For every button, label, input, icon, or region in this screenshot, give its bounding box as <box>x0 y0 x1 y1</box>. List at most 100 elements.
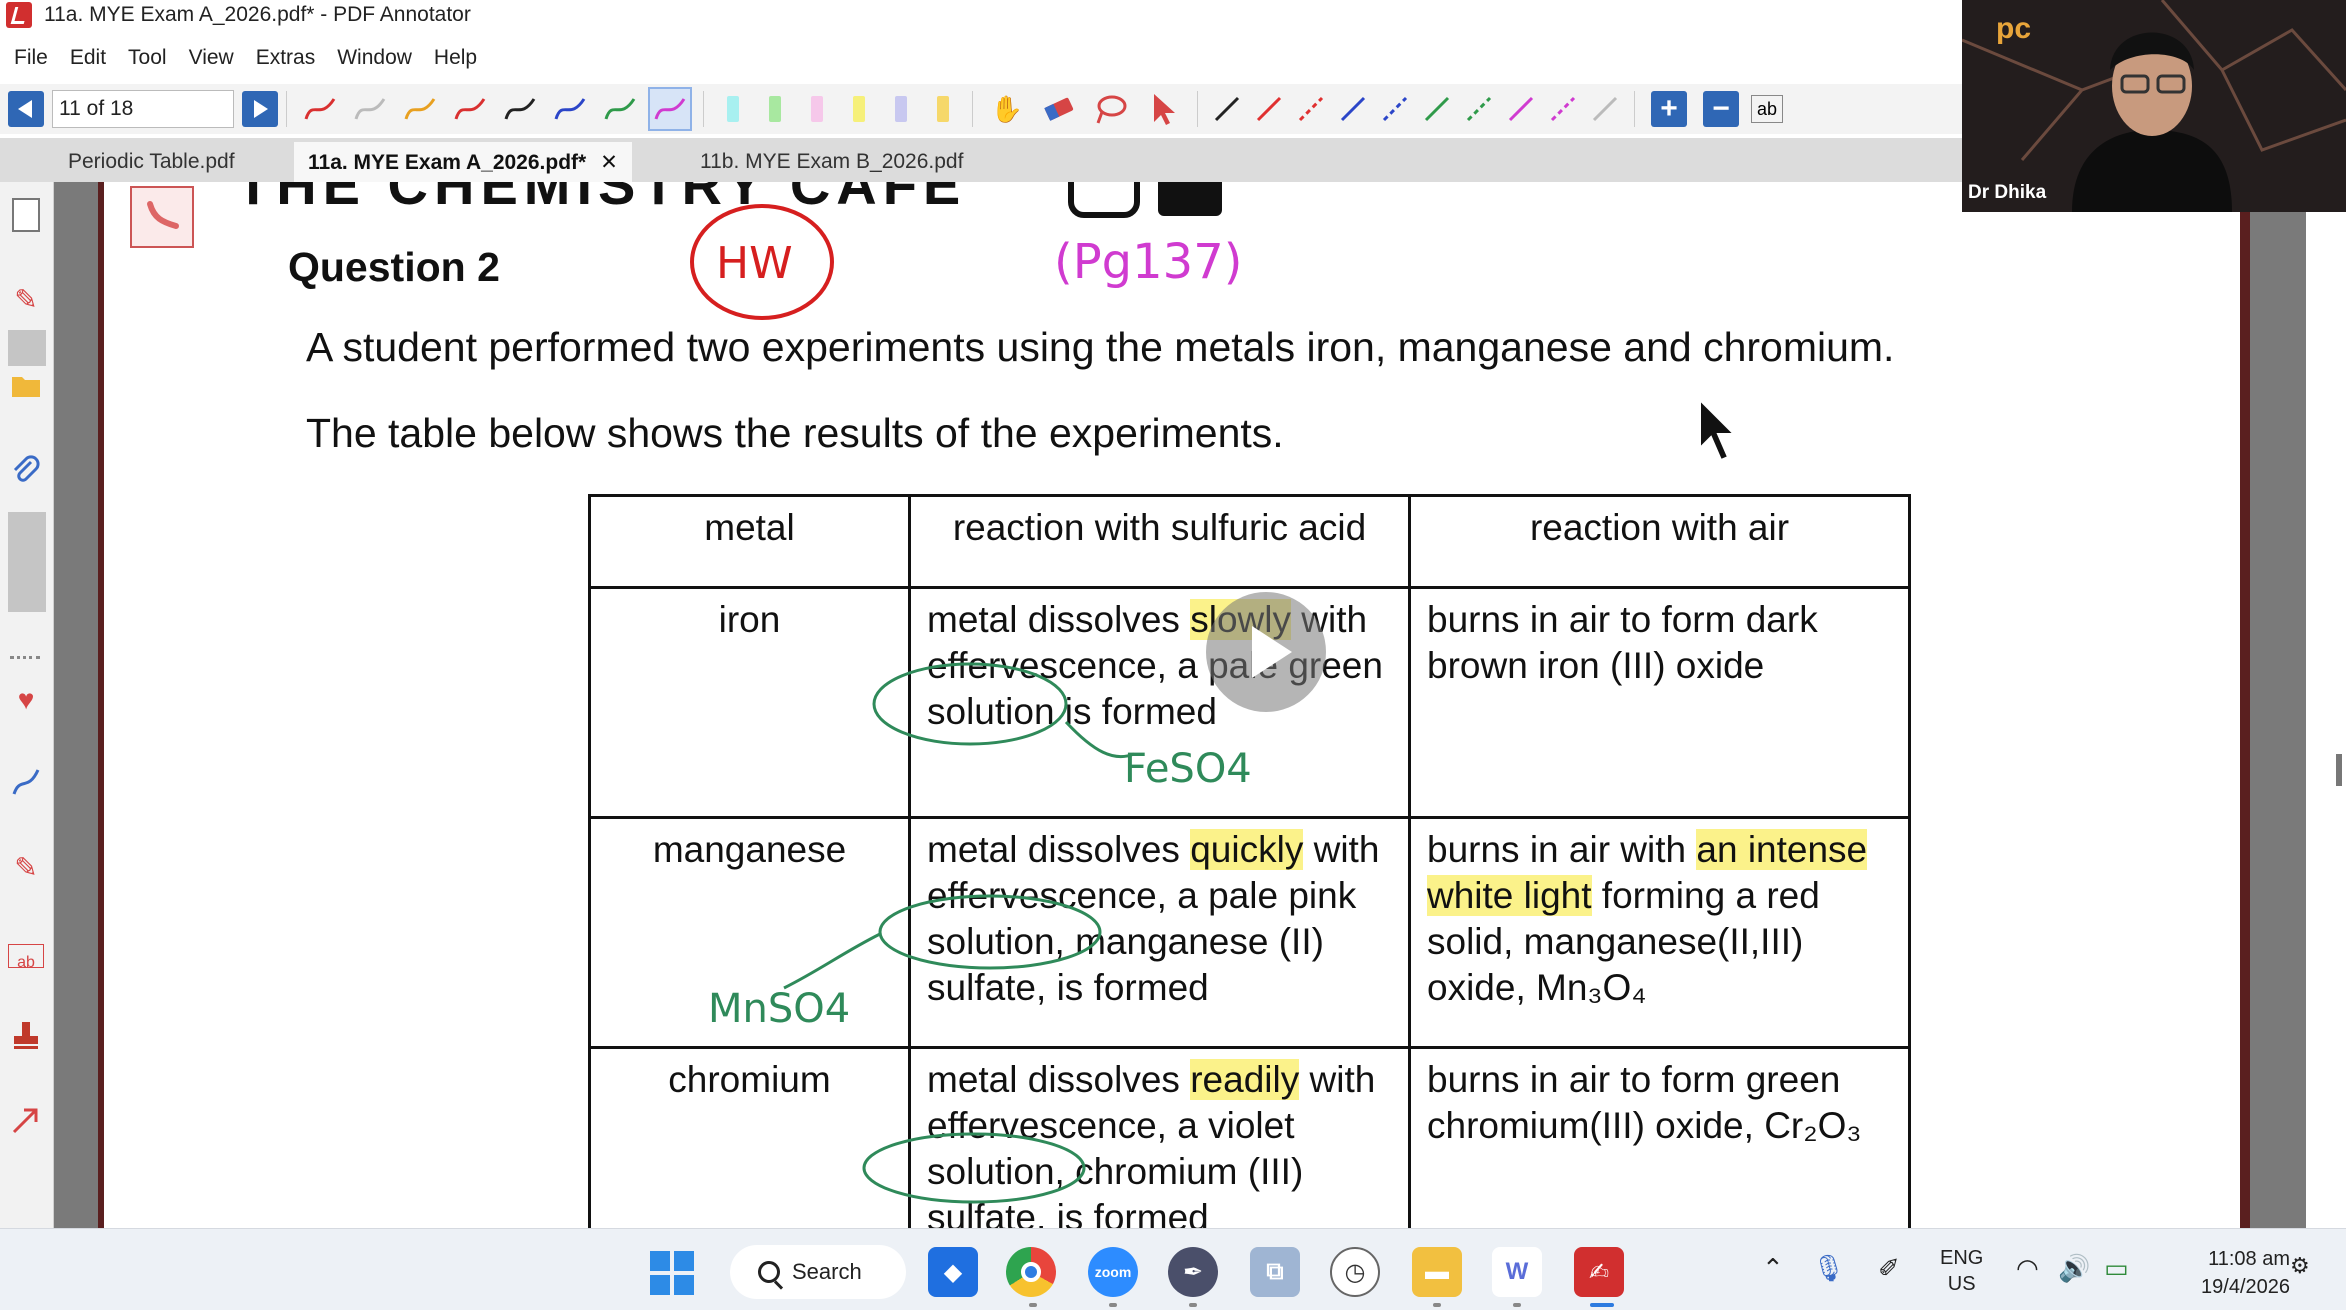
sidebar-separator <box>10 656 40 659</box>
pdf-annotator-window: 11a. MYE Exam A_2026.pdf* - PDF Annotato… <box>0 0 2346 1310</box>
tab-periodic-table[interactable]: Periodic Table.pdf <box>54 142 249 182</box>
pdf-annotator-taskbar-icon[interactable]: ✍ <box>1574 1247 1624 1297</box>
line-preset-icon[interactable] <box>1336 87 1370 131</box>
next-page-button[interactable] <box>242 91 278 127</box>
highlighter-preset-icon[interactable] <box>884 87 918 131</box>
search-icon <box>758 1261 780 1283</box>
highlighter-preset-icon[interactable] <box>926 87 960 131</box>
feather-app-icon[interactable]: ✒ <box>1168 1247 1218 1297</box>
system-clock[interactable]: 11:08 am 19/4/2026 <box>2176 1245 2290 1301</box>
file-explorer-icon[interactable]: ▬ <box>1412 1247 1462 1297</box>
line-preset-icon[interactable] <box>1588 87 1622 131</box>
pen-settings-icon[interactable]: ✐ <box>1878 1253 1900 1284</box>
line-preset-icon[interactable] <box>1210 87 1244 131</box>
notification-icon[interactable]: ⚙ <box>2290 1253 2310 1279</box>
video-play-button[interactable] <box>1206 592 1326 712</box>
running-indicator <box>1513 1303 1521 1307</box>
tab-mye-exam-a[interactable]: 11a. MYE Exam A_2026.pdf* ✕ <box>294 142 632 182</box>
arrow-tool-icon[interactable] <box>8 1104 44 1140</box>
line-preset-icon[interactable] <box>1504 87 1538 131</box>
acid-reaction-cell: metal dissolves quickly with effervescen… <box>908 816 1411 1049</box>
blank-page-icon[interactable] <box>12 198 40 232</box>
table-header-acid: reaction with sulfuric acid <box>908 494 1411 589</box>
word-app-icon[interactable]: W <box>1492 1247 1542 1297</box>
menu-file[interactable]: File <box>14 46 48 70</box>
chrome-icon[interactable] <box>1006 1247 1056 1297</box>
facebook-icon <box>1158 182 1222 216</box>
menu-help[interactable]: Help <box>434 46 477 70</box>
previous-page-button[interactable] <box>8 91 44 127</box>
pen-preset-icon[interactable] <box>548 87 592 131</box>
air-reaction-cell: burns in air with an intense white light… <box>1408 816 1911 1049</box>
pen-preset-icon[interactable] <box>648 87 692 131</box>
hand-tool-icon[interactable]: ✋ <box>985 87 1029 131</box>
eraser-tool-icon[interactable] <box>1037 87 1081 131</box>
pdf-page[interactable]: THE CHEMISTRY CAFE Question 2 A student … <box>104 182 2240 1228</box>
text-box-icon[interactable]: ab <box>8 944 44 971</box>
clock-app-icon[interactable]: ◷ <box>1330 1247 1380 1297</box>
dropbox-icon[interactable]: ◆ <box>928 1247 978 1297</box>
menu-extras[interactable]: Extras <box>256 46 316 70</box>
zoom-app-icon[interactable]: zoom <box>1088 1247 1138 1297</box>
air-reaction-cell: burns in air to form green chromium(III)… <box>1408 1046 1911 1228</box>
pen-preset-icon[interactable] <box>398 87 442 131</box>
zoom-out-icon[interactable]: − <box>1703 91 1739 127</box>
stamp-icon[interactable] <box>8 1020 44 1056</box>
tab-mye-exam-b[interactable]: 11b. MYE Exam B_2026.pdf <box>686 142 977 182</box>
volume-icon[interactable]: 🔊 <box>2058 1253 2090 1284</box>
pen-preset-icon[interactable] <box>298 87 342 131</box>
folder-icon[interactable] <box>8 372 44 408</box>
tab-label: Periodic Table.pdf <box>68 150 235 173</box>
curve-pen-icon[interactable] <box>8 766 44 802</box>
screen-capture-icon[interactable]: ⧉ <box>1250 1247 1300 1297</box>
wifi-icon[interactable]: ◠ <box>2016 1253 2039 1284</box>
pen-preset-icon[interactable] <box>348 87 392 131</box>
document-viewport[interactable]: THE CHEMISTRY CAFE Question 2 A student … <box>54 182 2306 1228</box>
pen-preset-icon[interactable] <box>598 87 642 131</box>
input-language-indicator[interactable]: ENG US <box>1940 1245 1983 1297</box>
running-indicator <box>1109 1303 1117 1307</box>
menu-edit[interactable]: Edit <box>70 46 106 70</box>
line-preset-icon[interactable] <box>1462 87 1496 131</box>
paperclip-icon[interactable] <box>8 454 44 490</box>
vertical-scrollbar[interactable] <box>2336 754 2342 786</box>
page-number-field[interactable]: 11 of 18 <box>52 90 234 128</box>
sidebar-panel-divider <box>8 330 46 366</box>
menu-view[interactable]: View <box>189 46 234 70</box>
clock-time: 11:08 am <box>2208 1248 2290 1270</box>
metal-cell: manganese <box>588 816 911 1049</box>
cell-text: burns in air with <box>1427 829 1697 870</box>
line-preset-icon[interactable] <box>1252 87 1286 131</box>
show-hidden-icons-chevron-icon[interactable]: ⌃ <box>1762 1253 1784 1284</box>
window-title: 11a. MYE Exam A_2026.pdf* - PDF Annotato… <box>44 3 471 26</box>
pen-icon[interactable]: ✎ <box>8 282 44 318</box>
pen-preset-icon[interactable] <box>498 87 542 131</box>
line-preset-icon[interactable] <box>1420 87 1454 131</box>
windows-start-icon[interactable] <box>650 1251 694 1295</box>
line-preset-icon[interactable] <box>1294 87 1328 131</box>
cell-text: burns in air to form dark brown iron (II… <box>1427 599 1818 686</box>
taskbar-search-button[interactable]: Search <box>730 1245 906 1299</box>
menu-tool[interactable]: Tool <box>128 46 167 70</box>
table-row: manganese metal dissolves quickly with e… <box>588 816 1911 1049</box>
zoom-in-icon[interactable]: + <box>1651 91 1687 127</box>
table-header-air: reaction with air <box>1408 494 1911 589</box>
lasso-tool-icon[interactable] <box>1089 87 1133 131</box>
highlighter-preset-icon[interactable] <box>842 87 876 131</box>
sticky-note-icon[interactable] <box>130 186 194 248</box>
battery-icon[interactable]: ▭ <box>2104 1253 2129 1284</box>
text-tool-icon[interactable]: ab <box>1751 95 1783 123</box>
page-header-text: THE CHEMISTRY CAFE <box>236 182 967 216</box>
close-tab-icon[interactable]: ✕ <box>600 151 618 174</box>
marker-icon[interactable]: ✎ <box>8 850 44 886</box>
menu-window[interactable]: Window <box>337 46 412 70</box>
highlighter-preset-icon[interactable] <box>758 87 792 131</box>
favorites-heart-icon[interactable]: ♥ <box>8 682 44 718</box>
microphone-icon[interactable]: 🎙 <box>1812 1253 1845 1284</box>
highlighter-preset-icon[interactable] <box>716 87 750 131</box>
select-arrow-icon[interactable] <box>1141 87 1185 131</box>
line-preset-icon[interactable] <box>1378 87 1412 131</box>
pen-preset-icon[interactable] <box>448 87 492 131</box>
highlighter-preset-icon[interactable] <box>800 87 834 131</box>
line-preset-icon[interactable] <box>1546 87 1580 131</box>
